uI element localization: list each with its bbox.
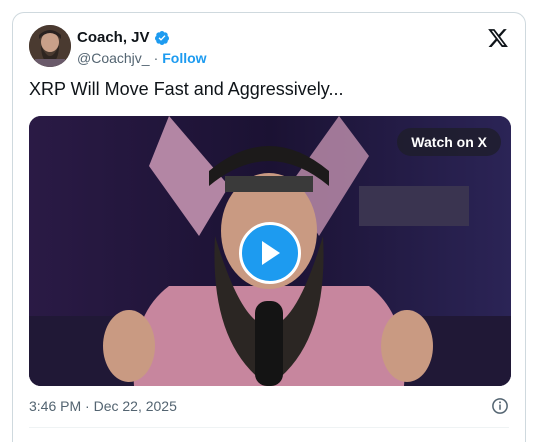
author-handle-row: @Coachjv_ · Follow xyxy=(77,50,207,66)
play-icon xyxy=(262,241,280,265)
author-handle[interactable]: @Coachjv_ xyxy=(77,50,150,66)
author-name[interactable]: Coach, JV xyxy=(77,29,150,46)
tweet-card[interactable]: Coach, JV @Coachjv_ · Follow XRP Will Mo… xyxy=(12,12,526,442)
info-icon[interactable] xyxy=(491,397,509,415)
play-button[interactable] xyxy=(239,222,301,284)
avatar[interactable] xyxy=(29,25,71,67)
separator-dot: · xyxy=(153,50,159,66)
author-name-row: Coach, JV xyxy=(77,29,170,46)
verified-badge-icon xyxy=(154,30,169,45)
watch-on-x-button[interactable]: Watch on X xyxy=(397,128,501,156)
video-media[interactable]: Watch on X xyxy=(29,116,511,386)
x-logo-icon[interactable] xyxy=(487,27,509,49)
divider xyxy=(29,427,509,428)
tweet-timestamp[interactable]: 3:46 PM · Dec 22, 2025 xyxy=(29,398,177,414)
avatar-image xyxy=(29,25,71,67)
tweet-text: XRP Will Move Fast and Aggressively... xyxy=(29,79,344,99)
follow-button[interactable]: Follow xyxy=(162,50,206,66)
